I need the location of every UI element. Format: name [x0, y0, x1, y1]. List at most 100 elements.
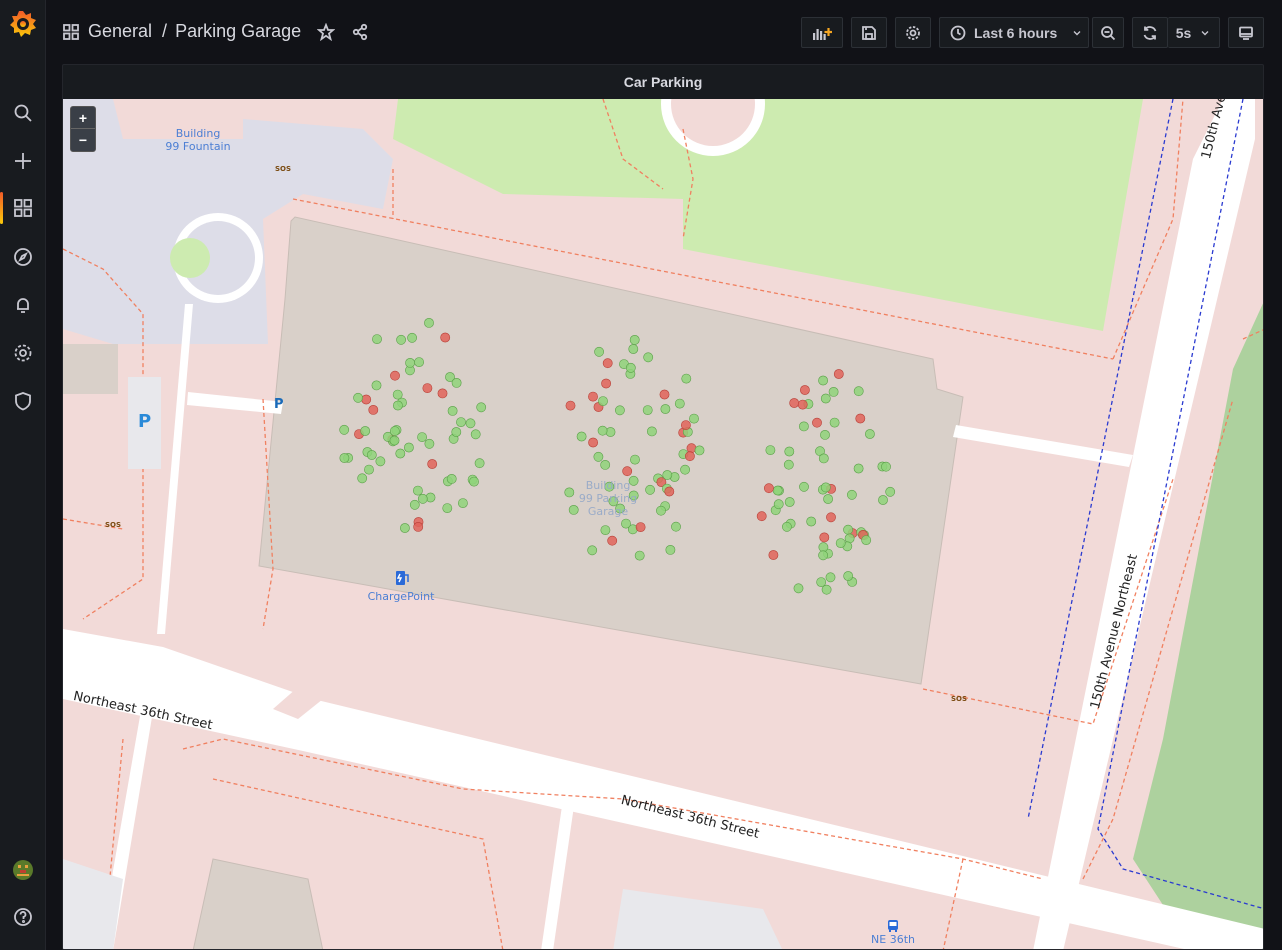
parking-spot-free[interactable]	[772, 485, 783, 496]
parking-spot-occupied[interactable]	[588, 437, 598, 448]
parking-spot-free[interactable]	[634, 550, 645, 561]
parking-spot-free[interactable]	[476, 402, 487, 413]
zoom-out-button[interactable]	[1092, 17, 1124, 48]
parking-spot-free[interactable]	[793, 583, 804, 594]
parking-spot-free[interactable]	[456, 417, 466, 427]
parking-spot-free[interactable]	[451, 377, 462, 388]
parking-spot-occupied[interactable]	[607, 535, 618, 546]
parking-spot-occupied[interactable]	[659, 389, 670, 400]
parking-spot-free[interactable]	[399, 523, 410, 533]
parking-spot-occupied[interactable]	[819, 532, 830, 543]
parking-spot-free[interactable]	[773, 499, 784, 510]
plus-icon[interactable]	[0, 141, 46, 181]
parking-spot-free[interactable]	[765, 445, 776, 455]
parking-spot-free[interactable]	[407, 332, 417, 343]
parking-spot-free[interactable]	[878, 495, 888, 505]
parking-spot-occupied[interactable]	[800, 385, 810, 395]
parking-spot-free[interactable]	[656, 505, 666, 516]
parking-spot-free[interactable]	[403, 442, 414, 453]
parking-spot-free[interactable]	[568, 504, 579, 515]
star-icon[interactable]	[317, 22, 336, 41]
parking-spot-free[interactable]	[784, 446, 795, 457]
parking-spot-free[interactable]	[784, 497, 795, 507]
parking-spot-free[interactable]	[442, 503, 453, 513]
parking-spot-free[interactable]	[885, 486, 896, 497]
parking-spot-free[interactable]	[469, 476, 479, 487]
parking-spot-free[interactable]	[389, 426, 400, 436]
parking-spot-free[interactable]	[446, 473, 457, 484]
parking-spot-occupied[interactable]	[789, 398, 800, 408]
parking-spot-occupied[interactable]	[602, 358, 613, 369]
parking-spot-free[interactable]	[799, 421, 809, 432]
parking-spot-occupied[interactable]	[422, 383, 433, 393]
parking-spot-free[interactable]	[339, 424, 350, 435]
share-icon[interactable]	[351, 23, 369, 41]
parking-spot-free[interactable]	[598, 396, 608, 406]
parking-spot-occupied[interactable]	[635, 522, 646, 532]
parking-spot-free[interactable]	[447, 405, 458, 416]
parking-spot-free[interactable]	[409, 499, 420, 510]
parking-spot-occupied[interactable]	[368, 404, 379, 415]
parking-spot-free[interactable]	[660, 404, 671, 414]
parking-spot-free[interactable]	[818, 453, 829, 464]
refresh-interval-picker[interactable]: 5s	[1168, 17, 1220, 48]
parking-spot-occupied[interactable]	[622, 466, 633, 477]
parking-spot-occupied[interactable]	[440, 332, 451, 343]
parking-spot-free[interactable]	[417, 432, 427, 442]
bell-icon[interactable]	[0, 285, 46, 325]
shield-icon[interactable]	[0, 381, 46, 421]
parking-spot-free[interactable]	[821, 584, 832, 595]
parking-spot-free[interactable]	[694, 445, 705, 456]
parking-spot-free[interactable]	[587, 545, 598, 556]
parking-spot-free[interactable]	[782, 521, 792, 532]
parking-spot-free[interactable]	[576, 431, 587, 442]
parking-spot-free[interactable]	[835, 538, 846, 548]
parking-spot-free[interactable]	[396, 334, 406, 345]
parking-spot-occupied[interactable]	[437, 388, 448, 399]
parking-spot-free[interactable]	[625, 362, 636, 373]
parking-spot-free[interactable]	[451, 427, 462, 437]
add-panel-button[interactable]	[801, 17, 843, 48]
parking-spot-free[interactable]	[600, 459, 611, 470]
parking-spot-free[interactable]	[621, 518, 631, 529]
parking-spot-free[interactable]	[865, 429, 875, 439]
parking-spot-free[interactable]	[643, 352, 654, 363]
parking-spot-free[interactable]	[820, 482, 831, 493]
parking-spot-free[interactable]	[360, 426, 371, 436]
zoom-out-button[interactable]: −	[71, 129, 95, 151]
parking-spot-occupied[interactable]	[826, 512, 836, 523]
parking-spot-occupied[interactable]	[833, 369, 844, 379]
parking-spot-free[interactable]	[564, 487, 575, 498]
parking-spot-occupied[interactable]	[588, 391, 598, 402]
search-icon[interactable]	[0, 93, 46, 133]
parking-spot-occupied[interactable]	[601, 378, 611, 389]
parking-spot-free[interactable]	[366, 450, 377, 460]
parking-spot-free[interactable]	[628, 344, 639, 354]
parking-spot-free[interactable]	[339, 453, 350, 463]
parking-spot-occupied[interactable]	[756, 511, 767, 522]
parking-spot-free[interactable]	[414, 357, 424, 367]
parking-spot-free[interactable]	[806, 516, 817, 527]
parking-spot-free[interactable]	[392, 389, 403, 400]
parking-spot-free[interactable]	[829, 417, 840, 428]
parking-spot-free[interactable]	[674, 398, 685, 409]
tv-mode-button[interactable]	[1228, 17, 1264, 48]
parking-spot-free[interactable]	[457, 498, 468, 508]
parking-spot-occupied[interactable]	[413, 521, 424, 532]
parking-spot-free[interactable]	[783, 459, 794, 470]
parking-spot-free[interactable]	[820, 429, 830, 440]
avatar[interactable]	[0, 850, 46, 890]
help-icon[interactable]	[0, 897, 46, 937]
parking-spot-free[interactable]	[681, 373, 692, 384]
parking-spot-free[interactable]	[375, 456, 386, 467]
parking-spot-occupied[interactable]	[768, 550, 779, 560]
parking-spot-free[interactable]	[629, 334, 640, 345]
parking-spot-free[interactable]	[820, 393, 831, 404]
parking-spot-free[interactable]	[853, 463, 864, 474]
parking-spot-free[interactable]	[371, 380, 382, 391]
grafana-logo[interactable]	[8, 9, 38, 39]
parking-spot-free[interactable]	[861, 535, 872, 545]
parking-spot-free[interactable]	[389, 435, 400, 446]
parking-spot-free[interactable]	[615, 405, 625, 416]
parking-spot-free[interactable]	[843, 524, 853, 535]
